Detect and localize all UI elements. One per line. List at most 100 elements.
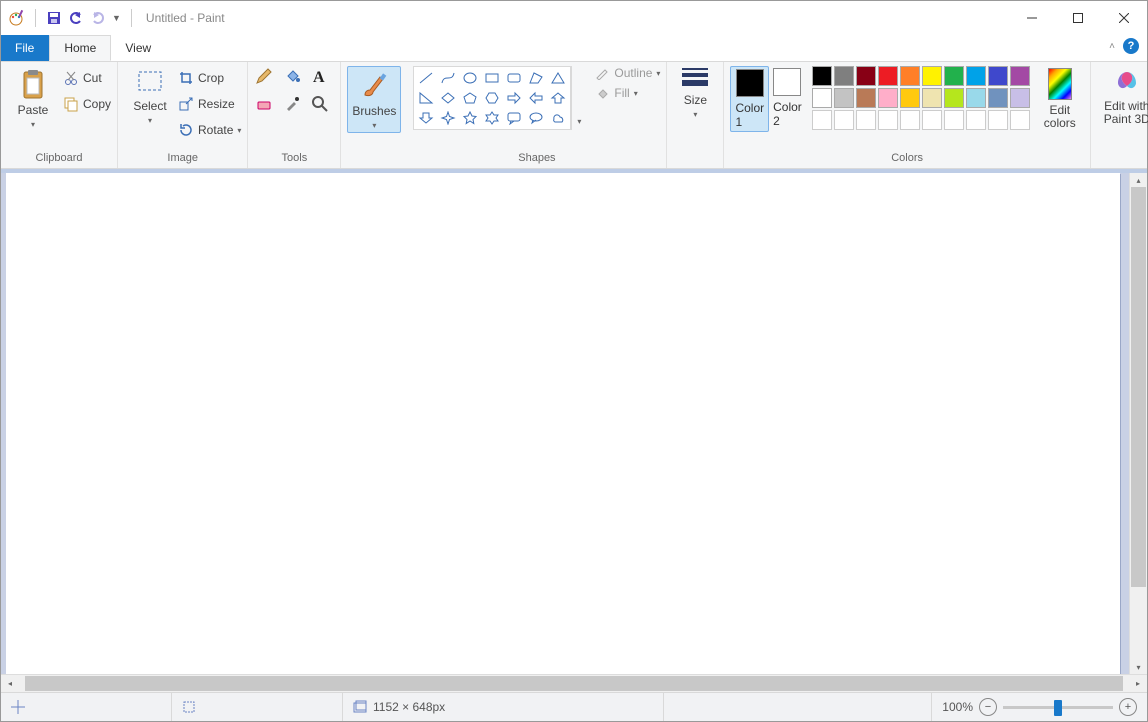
select-button[interactable]: Select▾ — [124, 66, 176, 127]
palette-custom-slot[interactable] — [966, 110, 986, 130]
palette-swatch[interactable] — [856, 88, 876, 108]
selection-size-icon — [182, 700, 196, 714]
pencil-tool-icon[interactable] — [254, 66, 278, 90]
text-tool-icon[interactable]: A — [310, 66, 334, 90]
shapes-more-button[interactable]: ▾ — [571, 66, 586, 130]
palette-swatch[interactable] — [922, 66, 942, 86]
shape-callout-oval-icon[interactable] — [526, 109, 546, 127]
palette-custom-slot[interactable] — [1010, 110, 1030, 130]
shape-right-triangle-icon[interactable] — [416, 89, 436, 107]
crop-button[interactable]: Crop — [178, 66, 241, 90]
size-button[interactable]: Size▾ — [673, 66, 717, 121]
palette-swatch[interactable] — [812, 88, 832, 108]
zoom-in-button[interactable]: + — [1119, 698, 1137, 716]
undo-icon[interactable] — [68, 10, 84, 26]
palette-custom-slot[interactable] — [812, 110, 832, 130]
shape-arrow-left-icon[interactable] — [526, 89, 546, 107]
palette-swatch[interactable] — [878, 88, 898, 108]
palette-swatch[interactable] — [944, 66, 964, 86]
palette-swatch[interactable] — [812, 66, 832, 86]
shape-pentagon-icon[interactable] — [460, 89, 480, 107]
outline-button[interactable]: Outline ▾ — [594, 66, 660, 80]
shape-roundrect-icon[interactable] — [504, 69, 524, 87]
shape-6star-icon[interactable] — [482, 109, 502, 127]
zoom-slider[interactable] — [1003, 706, 1113, 709]
drawing-canvas[interactable] — [6, 173, 1120, 674]
palette-custom-slot[interactable] — [900, 110, 920, 130]
color2-button[interactable]: Color2 — [769, 66, 806, 130]
resize-button[interactable]: Resize — [178, 92, 241, 116]
palette-swatch[interactable] — [922, 88, 942, 108]
palette-swatch[interactable] — [900, 88, 920, 108]
qat-customize-icon[interactable]: ▼ — [112, 13, 121, 23]
shape-curve-icon[interactable] — [438, 69, 458, 87]
shape-callout-cloud-icon[interactable] — [548, 109, 568, 127]
copy-button[interactable]: Copy — [63, 92, 111, 116]
palette-swatch[interactable] — [1010, 66, 1030, 86]
palette-custom-slot[interactable] — [988, 110, 1008, 130]
status-cursor-position — [1, 693, 172, 721]
palette-swatch[interactable] — [834, 66, 854, 86]
zoom-control: 100% − + — [932, 698, 1147, 716]
canvas-size-icon — [353, 700, 367, 714]
shapes-gallery[interactable] — [413, 66, 571, 130]
palette-swatch[interactable] — [856, 66, 876, 86]
work-area: ▴ ▾ ◂ ▸ — [1, 169, 1147, 692]
paint-app-icon — [7, 9, 25, 27]
palette-swatch[interactable] — [966, 66, 986, 86]
tab-file[interactable]: File — [1, 35, 49, 61]
help-icon[interactable]: ? — [1123, 38, 1139, 54]
cut-button[interactable]: Cut — [63, 66, 111, 90]
status-canvas-size: 1152 × 648px — [343, 693, 664, 721]
eraser-tool-icon[interactable] — [254, 94, 278, 118]
palette-custom-slot[interactable] — [944, 110, 964, 130]
palette-swatch[interactable] — [900, 66, 920, 86]
palette-swatch[interactable] — [834, 88, 854, 108]
palette-custom-slot[interactable] — [834, 110, 854, 130]
shape-arrow-down-icon[interactable] — [416, 109, 436, 127]
shape-5star-icon[interactable] — [460, 109, 480, 127]
shape-rect-icon[interactable] — [482, 69, 502, 87]
close-button[interactable] — [1101, 2, 1147, 34]
palette-swatch[interactable] — [988, 88, 1008, 108]
maximize-button[interactable] — [1055, 2, 1101, 34]
fill-tool-icon[interactable] — [282, 66, 306, 90]
palette-custom-slot[interactable] — [878, 110, 898, 130]
paste-button[interactable]: Paste▾ — [7, 66, 59, 131]
edit-colors-button[interactable]: Editcolors — [1036, 66, 1084, 130]
shape-oval-icon[interactable] — [460, 69, 480, 87]
color-picker-tool-icon[interactable] — [282, 94, 306, 118]
color1-button[interactable]: Color1 — [730, 66, 769, 132]
palette-swatch[interactable] — [944, 88, 964, 108]
shape-arrow-up-icon[interactable] — [548, 89, 568, 107]
tab-view[interactable]: View — [111, 35, 166, 61]
shape-callout-rounded-icon[interactable] — [504, 109, 524, 127]
palette-swatch[interactable] — [878, 66, 898, 86]
ribbon-collapse-icon[interactable]: ˄ — [1109, 41, 1115, 52]
vertical-scrollbar[interactable]: ▴ ▾ — [1129, 173, 1147, 674]
palette-swatch[interactable] — [1010, 88, 1030, 108]
shape-4star-icon[interactable] — [438, 109, 458, 127]
zoom-out-button[interactable]: − — [979, 698, 997, 716]
tab-home[interactable]: Home — [49, 35, 111, 61]
palette-custom-slot[interactable] — [922, 110, 942, 130]
edit-with-paint3d-button[interactable]: Edit withPaint 3D — [1097, 66, 1148, 126]
shape-arrow-right-icon[interactable] — [504, 89, 524, 107]
shape-triangle-icon[interactable] — [548, 69, 568, 87]
shape-diamond-icon[interactable] — [438, 89, 458, 107]
palette-custom-slot[interactable] — [856, 110, 876, 130]
palette-swatch[interactable] — [988, 66, 1008, 86]
status-bar: 1152 × 648px 100% − + — [1, 692, 1147, 721]
redo-icon[interactable] — [90, 10, 106, 26]
save-icon[interactable] — [46, 10, 62, 26]
brushes-button[interactable]: Brushes▾ — [347, 66, 401, 133]
shape-hexagon-icon[interactable] — [482, 89, 502, 107]
fill-button[interactable]: Fill ▾ — [594, 86, 660, 100]
shape-line-icon[interactable] — [416, 69, 436, 87]
minimize-button[interactable] — [1009, 2, 1055, 34]
rotate-button[interactable]: Rotate ▾ — [178, 118, 241, 142]
palette-swatch[interactable] — [966, 88, 986, 108]
horizontal-scrollbar[interactable]: ◂ ▸ — [1, 674, 1147, 692]
shape-polygon-icon[interactable] — [526, 69, 546, 87]
magnifier-tool-icon[interactable] — [310, 94, 334, 118]
